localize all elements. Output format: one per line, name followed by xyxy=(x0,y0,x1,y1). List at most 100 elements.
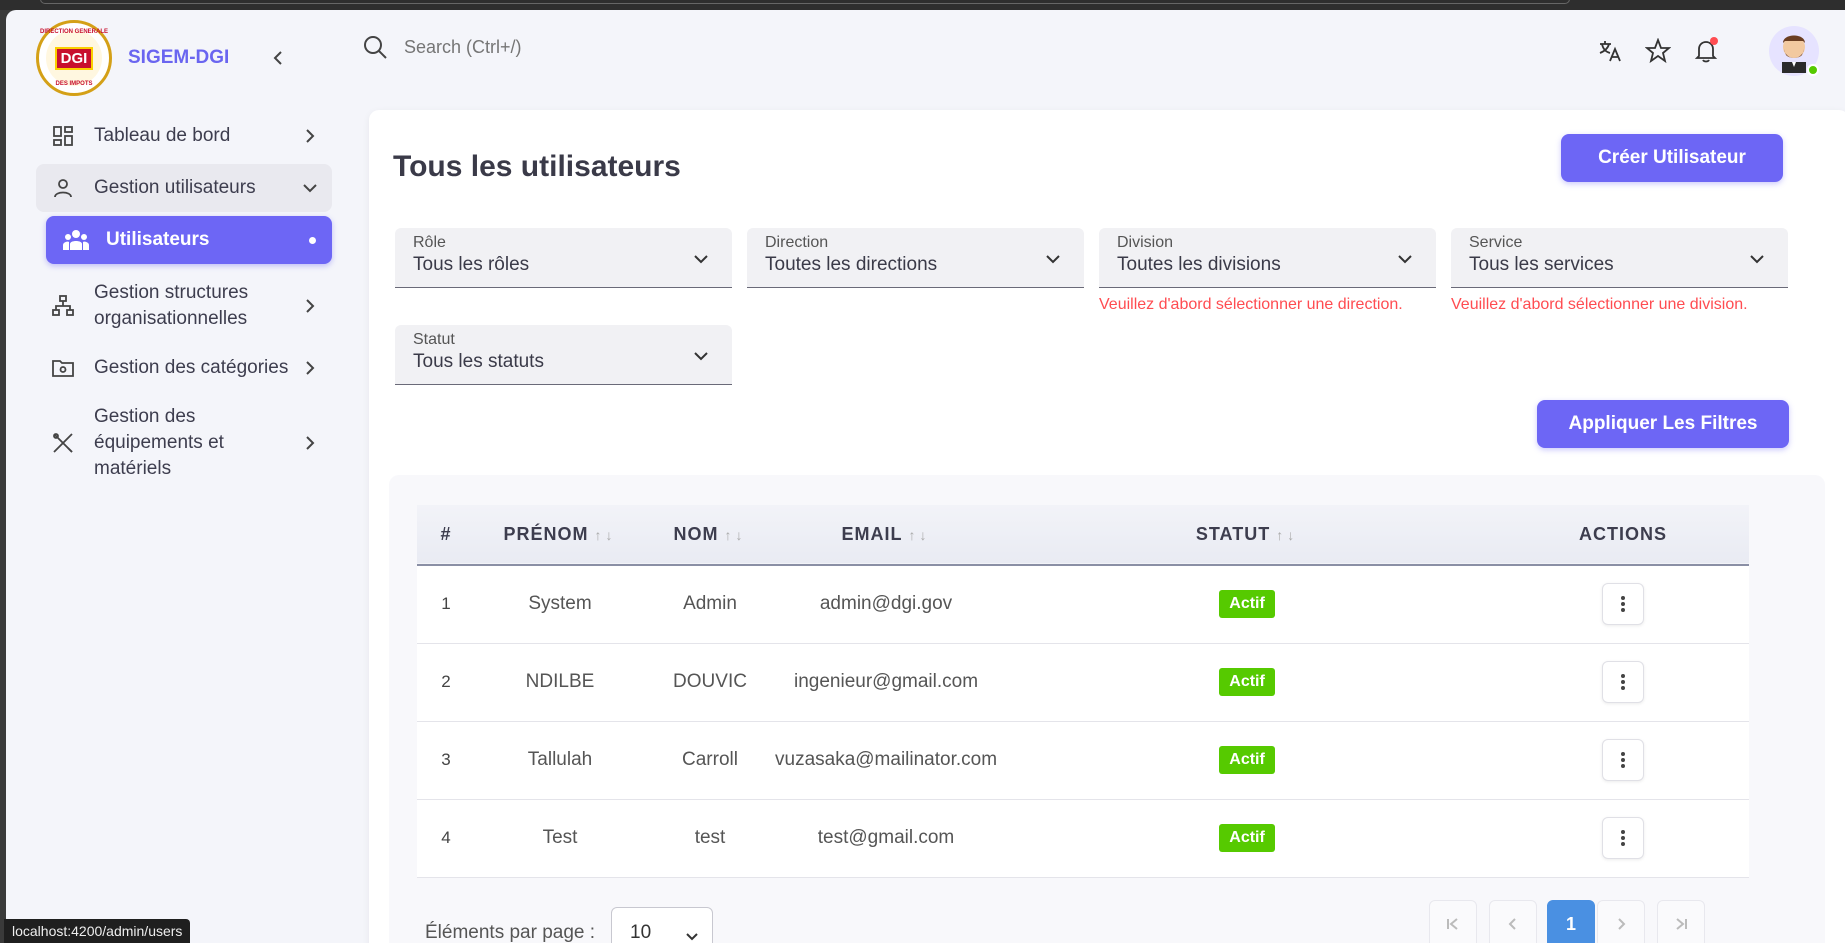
col-actions: ACTIONS xyxy=(1579,524,1668,544)
sidebar-item-user-management[interactable]: Gestion utilisateurs xyxy=(36,164,332,212)
sort-arrows-icon[interactable]: ↑↓ xyxy=(909,527,931,543)
sidebar-item-categories[interactable]: Gestion des catégories xyxy=(36,344,332,392)
col-num: # xyxy=(440,524,452,544)
row-number: 2 xyxy=(441,672,451,691)
cell-statut: Actif xyxy=(997,721,1497,799)
chevron-down-icon xyxy=(694,352,708,361)
sidebar-item-users[interactable]: Utilisateurs xyxy=(46,216,332,264)
star-icon[interactable] xyxy=(1643,36,1673,66)
users-table-container: # PRÉNOM ↑↓ NOM ↑↓ EMAIL ↑↓ STATUT ↑↓ ACTION… xyxy=(389,475,1825,943)
more-vertical-icon xyxy=(1621,596,1626,613)
page-size-value: 10 xyxy=(630,922,652,943)
sidebar-item-label: Gestion utilisateurs xyxy=(94,177,256,198)
sidebar-item-equipment[interactable]: Gestion des équipements et matériels xyxy=(36,396,332,490)
header-actions xyxy=(1577,26,1819,76)
apply-filters-button[interactable]: Appliquer Les Filtres xyxy=(1537,400,1789,448)
row-number: 1 xyxy=(441,594,451,614)
row-actions-button[interactable] xyxy=(1602,661,1645,703)
previous-page-button[interactable] xyxy=(1489,900,1537,943)
service-select[interactable]: Service Tous les services xyxy=(1451,228,1788,288)
chevron-right-icon xyxy=(306,299,315,313)
user-icon xyxy=(50,175,76,201)
role-select[interactable]: Rôle Tous les rôles xyxy=(395,228,732,288)
table-row: 3 Tallulah Carroll vuzasaka@mailinator.c… xyxy=(417,721,1749,799)
online-indicator xyxy=(1807,64,1819,76)
last-page-button[interactable] xyxy=(1657,900,1705,943)
table-header-row: # PRÉNOM ↑↓ NOM ↑↓ EMAIL ↑↓ STATUT ↑↓ ACTION… xyxy=(417,505,1749,565)
items-per-page-label: Éléments par page : xyxy=(425,922,596,943)
notification-dot xyxy=(1710,37,1718,45)
search-bar[interactable] xyxy=(362,34,704,60)
cell-nom: Admin xyxy=(683,593,737,615)
dashboard-icon xyxy=(50,123,76,149)
row-number: 3 xyxy=(441,750,451,769)
col-email[interactable]: EMAIL ↑↓ xyxy=(775,505,997,565)
sort-arrows-icon[interactable]: ↑↓ xyxy=(725,527,747,543)
translate-icon[interactable] xyxy=(1595,36,1625,66)
cell-actions xyxy=(1497,799,1749,877)
next-page-button[interactable] xyxy=(1597,900,1645,943)
create-user-button[interactable]: Créer Utilisateur xyxy=(1561,134,1783,182)
chevron-down-icon xyxy=(303,184,317,193)
row-actions-button[interactable] xyxy=(1602,583,1645,626)
app-frame: DIRECTION GENERALE DGI DES IMPOTS SIGEM-… xyxy=(6,10,1845,943)
browser-top-strip xyxy=(0,0,1845,10)
logo-ring-bottom: DES IMPOTS xyxy=(55,81,93,87)
status-select[interactable]: Statut Tous les statuts xyxy=(395,325,732,385)
cell-actions xyxy=(1497,721,1749,799)
cell-statut: Actif xyxy=(997,799,1497,877)
cell-nom: Carroll xyxy=(682,749,738,770)
first-page-button[interactable] xyxy=(1429,900,1477,943)
user-avatar[interactable] xyxy=(1745,26,1819,76)
status-select-label: Statut xyxy=(413,331,455,348)
chevron-right-icon xyxy=(306,361,315,375)
role-select-value: Tous les rôles xyxy=(413,254,530,275)
logo-ring-top: DIRECTION GENERALE xyxy=(39,29,108,35)
sort-arrows-icon[interactable]: ↑↓ xyxy=(1276,527,1298,543)
sidebar-item-label: Tableau de bord xyxy=(94,125,231,146)
tools-icon xyxy=(50,430,76,456)
col-prenom[interactable]: PRÉNOM ↑↓ xyxy=(475,505,645,565)
sidebar-item-label: Gestion structures organisationnelles xyxy=(94,282,249,329)
cell-email: admin@dgi.gov xyxy=(819,593,953,615)
row-actions-button[interactable] xyxy=(1602,817,1645,859)
sidebar: DIRECTION GENERALE DGI DES IMPOTS SIGEM-… xyxy=(6,10,346,943)
cell-prenom: Test xyxy=(542,827,578,848)
users-group-icon xyxy=(63,230,89,250)
row-number: 4 xyxy=(441,828,451,847)
brand[interactable]: DIRECTION GENERALE DGI DES IMPOTS SIGEM-… xyxy=(36,12,229,104)
sidebar-item-dashboard[interactable]: Tableau de bord xyxy=(36,112,332,160)
search-input[interactable] xyxy=(404,36,704,58)
division-select-value: Toutes les divisions xyxy=(1117,254,1281,275)
chevron-left-icon[interactable] xyxy=(268,48,288,68)
cell-nom: test xyxy=(694,827,726,848)
cell-statut: Actif xyxy=(997,643,1497,721)
direction-select-value: Toutes les directions xyxy=(765,254,938,275)
last-page-icon xyxy=(1676,918,1687,930)
chevron-down-icon xyxy=(1398,255,1412,264)
direction-select[interactable]: Direction Toutes les directions xyxy=(747,228,1084,288)
sidebar-item-label: Utilisateurs xyxy=(106,229,210,250)
row-actions-button[interactable] xyxy=(1602,739,1645,781)
page-size-select[interactable]: 10 xyxy=(611,907,713,943)
col-nom[interactable]: NOM ↑↓ xyxy=(645,505,775,565)
col-statut[interactable]: STATUT ↑↓ xyxy=(997,505,1497,565)
chevron-down-icon xyxy=(1750,255,1764,264)
cell-prenom: System xyxy=(528,593,592,615)
sidebar-item-org-structures[interactable]: Gestion structures organisationnelles xyxy=(36,272,332,340)
cell-email: vuzasaka@mailinator.com xyxy=(775,749,998,770)
chevron-right-icon xyxy=(306,129,315,143)
sort-arrows-icon[interactable]: ↑↓ xyxy=(595,527,617,543)
bell-icon[interactable] xyxy=(1691,36,1721,66)
status-badge: Actif xyxy=(1219,668,1275,696)
chevron-right-icon xyxy=(1618,918,1626,930)
page-title: Tous les utilisateurs xyxy=(393,150,681,183)
page-1-button[interactable]: 1 xyxy=(1547,900,1595,943)
division-select[interactable]: Division Toutes les divisions xyxy=(1099,228,1436,288)
more-vertical-icon xyxy=(1621,830,1626,846)
table-row: 4 Test test test@gmail.com Actif xyxy=(417,799,1749,877)
first-page-icon xyxy=(1447,918,1458,930)
role-select-label: Rôle xyxy=(413,234,446,251)
cell-email: test@gmail.com xyxy=(817,827,955,848)
direction-select-label: Direction xyxy=(765,234,829,251)
